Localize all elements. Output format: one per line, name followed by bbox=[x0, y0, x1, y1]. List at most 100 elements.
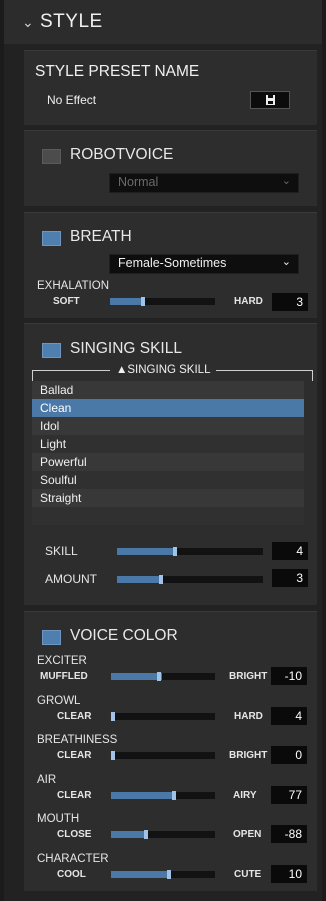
character-slider[interactable] bbox=[111, 869, 215, 879]
breathiness-slider[interactable] bbox=[111, 751, 215, 760]
air-slider[interactable] bbox=[111, 790, 215, 800]
save-icon bbox=[266, 95, 275, 105]
preset-title: STYLE PRESET NAME bbox=[35, 63, 200, 80]
save-preset-button[interactable] bbox=[250, 91, 290, 109]
breath-checkbox[interactable] bbox=[42, 231, 61, 246]
chevron-down-icon: ⌄ bbox=[281, 256, 291, 268]
air-right-label: AIRY bbox=[233, 789, 257, 801]
slider-knob[interactable] bbox=[111, 711, 115, 721]
exhalation-left-label: SOFT bbox=[53, 296, 80, 307]
breathiness-label: BREATHINESS bbox=[37, 734, 118, 746]
robotvoice-section: ROBOTVOICE Normal ⌄ bbox=[24, 130, 317, 206]
slider-fill bbox=[110, 298, 143, 305]
singing-skill-list: Ballad Clean Idol Light Powerful Soulful… bbox=[32, 381, 304, 525]
list-item[interactable]: Soulful bbox=[32, 471, 304, 489]
list-item[interactable]: Powerful bbox=[32, 453, 304, 471]
style-header[interactable]: ⌄ STYLE bbox=[4, 0, 322, 44]
amount-label: AMOUNT bbox=[45, 572, 97, 586]
character-left-label: COOL bbox=[57, 868, 86, 880]
exciter-right-label: BRIGHT bbox=[229, 671, 268, 682]
breathiness-value[interactable]: 0 bbox=[271, 746, 307, 764]
amount-slider[interactable] bbox=[117, 575, 263, 584]
slider-knob[interactable] bbox=[159, 575, 163, 584]
breathiness-value-text: 0 bbox=[295, 748, 302, 762]
exhalation-right-label: HARD bbox=[234, 296, 263, 307]
amount-value[interactable]: 3 bbox=[272, 569, 308, 587]
skill-label: SKILL bbox=[45, 544, 78, 558]
exciter-label: EXCITER bbox=[37, 655, 87, 667]
air-left-label: CLEAR bbox=[57, 789, 92, 801]
exhalation-value[interactable]: 3 bbox=[272, 293, 308, 311]
exciter-value[interactable]: -10 bbox=[271, 667, 307, 685]
mouth-label: MOUTH bbox=[37, 813, 80, 825]
exhalation-value-text: 3 bbox=[296, 295, 303, 309]
exciter-value-text: -10 bbox=[284, 669, 302, 683]
skill-value[interactable]: 4 bbox=[272, 542, 308, 560]
mouth-slider[interactable] bbox=[111, 830, 215, 839]
style-preset-section: STYLE PRESET NAME No Effect bbox=[24, 50, 317, 125]
slider-knob[interactable] bbox=[167, 869, 171, 879]
character-value[interactable]: 10 bbox=[271, 864, 307, 883]
exciter-slider[interactable] bbox=[111, 672, 215, 681]
slider-fill bbox=[111, 870, 171, 878]
character-value-text: 10 bbox=[288, 866, 302, 881]
voice-color-title: VOICE COLOR bbox=[70, 627, 178, 644]
exhalation-label: EXHALATION bbox=[37, 280, 109, 292]
mouth-right-label: OPEN bbox=[233, 829, 262, 840]
growl-right-label: HARD bbox=[234, 710, 263, 722]
slider-knob[interactable] bbox=[172, 790, 176, 800]
air-label: AIR bbox=[37, 773, 57, 786]
air-value-text: 77 bbox=[288, 787, 302, 802]
slider-fill bbox=[111, 791, 173, 799]
breath-select-value: Female-Sometimes bbox=[118, 256, 227, 270]
chevron-down-icon: ⌄ bbox=[281, 175, 291, 187]
growl-left-label: CLEAR bbox=[57, 710, 92, 722]
exciter-left-label: MUFFLED bbox=[40, 671, 88, 682]
chevron-down-icon[interactable]: ⌄ bbox=[22, 14, 34, 31]
breath-title: BREATH bbox=[70, 228, 132, 245]
skill-value-text: 4 bbox=[296, 544, 303, 558]
mouth-value-text: -88 bbox=[284, 827, 302, 841]
mouth-value[interactable]: -88 bbox=[271, 825, 307, 843]
slider-fill bbox=[111, 831, 145, 838]
air-value[interactable]: 77 bbox=[271, 785, 307, 804]
slider-knob[interactable] bbox=[141, 297, 145, 306]
growl-value[interactable]: 4 bbox=[271, 706, 307, 725]
list-item[interactable]: Clean bbox=[32, 399, 304, 417]
mouth-left-label: CLOSE bbox=[57, 829, 92, 840]
exhalation-slider[interactable] bbox=[110, 297, 215, 306]
slider-knob[interactable] bbox=[144, 830, 148, 839]
voice-color-checkbox[interactable] bbox=[42, 630, 61, 645]
list-item bbox=[32, 507, 304, 525]
list-item[interactable]: Ballad bbox=[32, 381, 304, 399]
slider-knob[interactable] bbox=[157, 672, 161, 681]
slider-fill bbox=[111, 673, 162, 680]
growl-value-text: 4 bbox=[295, 708, 302, 723]
slider-fill bbox=[117, 576, 161, 583]
robotvoice-select[interactable]: Normal ⌄ bbox=[109, 173, 299, 193]
slider-knob[interactable] bbox=[173, 547, 177, 556]
singing-skill-title: SINGING SKILL bbox=[70, 340, 182, 357]
breathiness-left-label: CLEAR bbox=[57, 750, 92, 761]
list-item[interactable]: Straight bbox=[32, 489, 304, 507]
robotvoice-title: ROBOTVOICE bbox=[70, 146, 174, 163]
breath-select[interactable]: Female-Sometimes ⌄ bbox=[109, 254, 299, 274]
growl-label: GROWL bbox=[37, 694, 81, 707]
list-item[interactable]: Idol bbox=[32, 417, 304, 435]
slider-fill bbox=[117, 548, 175, 555]
character-right-label: CUTE bbox=[234, 868, 262, 880]
breath-section: BREATH Female-Sometimes ⌄ EXHALATION SOF… bbox=[24, 212, 317, 318]
singing-skill-checkbox[interactable] bbox=[42, 343, 61, 358]
list-header: ▲SINGING SKILL bbox=[110, 364, 217, 376]
list-item[interactable]: Light bbox=[32, 435, 304, 453]
robotvoice-checkbox[interactable] bbox=[42, 149, 61, 164]
growl-slider[interactable] bbox=[111, 711, 215, 721]
character-label: CHARACTER bbox=[37, 852, 109, 865]
amount-value-text: 3 bbox=[296, 571, 303, 585]
breathiness-right-label: BRIGHT bbox=[229, 750, 268, 761]
style-title: STYLE bbox=[40, 11, 103, 32]
preset-name: No Effect bbox=[47, 93, 97, 107]
skill-slider[interactable] bbox=[117, 547, 263, 556]
robotvoice-select-value: Normal bbox=[118, 175, 159, 189]
slider-knob[interactable] bbox=[111, 751, 115, 760]
